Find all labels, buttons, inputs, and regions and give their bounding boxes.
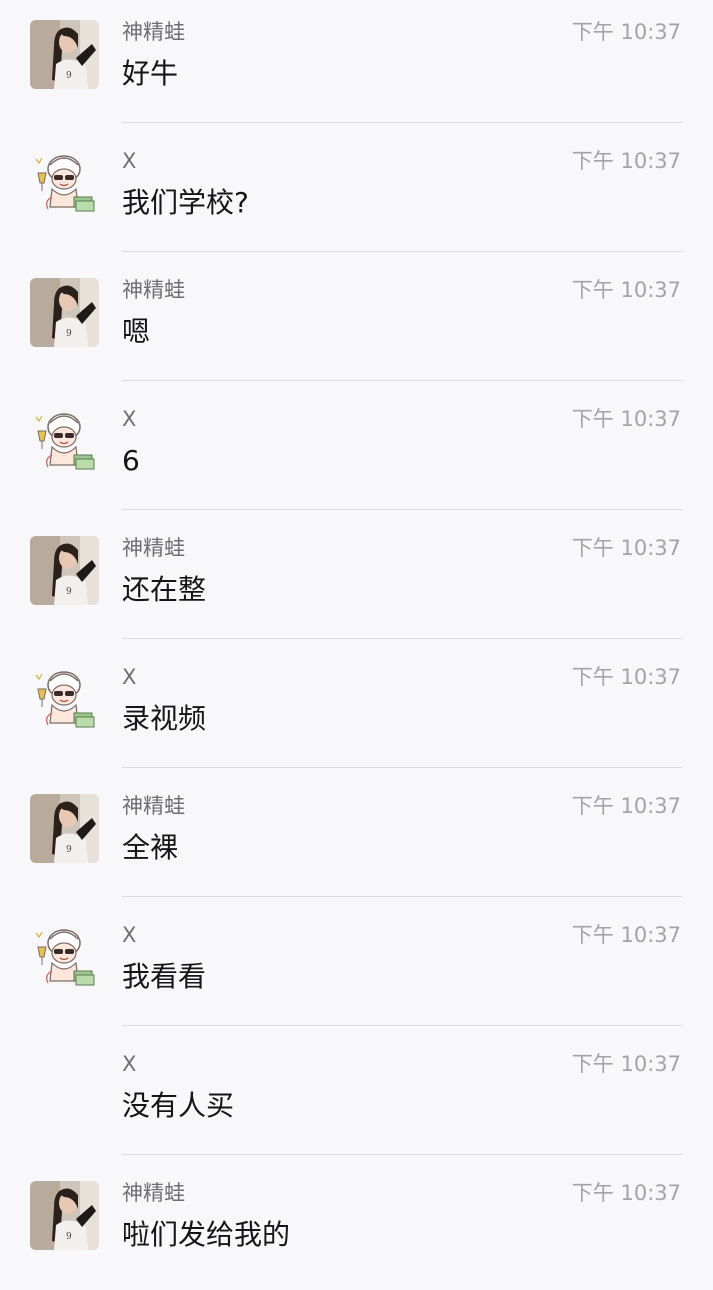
message-text[interactable]: 我看看 xyxy=(122,958,206,996)
cartoon-baby-avatar-icon xyxy=(30,407,99,476)
sender-name: X xyxy=(122,1052,137,1076)
message-text[interactable]: 啦们发给我的 xyxy=(122,1216,290,1254)
divider xyxy=(122,1025,683,1026)
message-time: 下午 10:37 xyxy=(571,149,681,173)
message-row[interactable]: 9 神精蛙 下午 10:37 好牛 xyxy=(0,0,713,129)
message-text[interactable]: 没有人买 xyxy=(122,1087,234,1125)
message-row[interactable]: 9 神精蛙 下午 10:37 嗯 xyxy=(0,258,713,387)
message-text[interactable]: 全裸 xyxy=(122,829,178,867)
message-row[interactable]: X 下午 10:37 录视频 xyxy=(0,645,713,774)
message-row[interactable]: X 下午 10:37 我看看 xyxy=(0,903,713,1032)
cartoon-avatar[interactable] xyxy=(30,407,99,476)
svg-text:9: 9 xyxy=(66,329,72,339)
cartoon-baby-avatar-icon xyxy=(30,923,99,992)
cartoon-avatar[interactable] xyxy=(30,923,99,992)
message-time: 下午 10:37 xyxy=(571,923,681,947)
cartoon-baby-avatar-icon xyxy=(30,149,99,218)
cartoon-baby-avatar-icon xyxy=(30,665,99,734)
divider xyxy=(122,767,683,768)
sender-name: 神精蛙 xyxy=(122,278,185,302)
cartoon-avatar[interactable] xyxy=(30,665,99,734)
girl-avatar-photo-icon: 9 xyxy=(30,536,99,605)
girl-avatar[interactable]: 9 xyxy=(30,1181,99,1250)
girl-avatar[interactable]: 9 xyxy=(30,794,99,863)
message-text[interactable]: 好牛 xyxy=(122,55,178,93)
girl-avatar-photo-icon: 9 xyxy=(30,794,99,863)
message-row[interactable]: 9 神精蛙 下午 10:37 还在整 xyxy=(0,516,713,645)
message-time: 下午 10:37 xyxy=(571,1052,681,1076)
girl-avatar-photo-icon: 9 xyxy=(30,278,99,347)
message-text[interactable]: 嗯 xyxy=(122,313,150,351)
divider xyxy=(122,1154,683,1155)
divider xyxy=(122,122,683,123)
divider xyxy=(122,380,683,381)
sender-name: X xyxy=(122,665,137,689)
svg-text:9: 9 xyxy=(66,587,72,597)
sender-name: X xyxy=(122,149,137,173)
sender-name: 神精蛙 xyxy=(122,536,185,560)
message-time: 下午 10:37 xyxy=(571,1181,681,1205)
svg-text:9: 9 xyxy=(66,71,72,81)
svg-text:9: 9 xyxy=(66,1232,72,1242)
message-row[interactable]: X 下午 10:37 没有人买 xyxy=(0,1032,713,1161)
message-time: 下午 10:37 xyxy=(571,794,681,818)
message-text[interactable]: 我们学校? xyxy=(122,184,249,222)
divider xyxy=(122,251,683,252)
message-text[interactable]: 录视频 xyxy=(122,700,206,738)
sender-name: 神精蛙 xyxy=(122,1181,185,1205)
message-time: 下午 10:37 xyxy=(571,407,681,431)
sender-name: 神精蛙 xyxy=(122,20,185,44)
sender-name: X xyxy=(122,407,137,431)
girl-avatar[interactable]: 9 xyxy=(30,20,99,89)
message-text[interactable]: 6 xyxy=(122,442,140,480)
svg-text:9: 9 xyxy=(66,845,72,855)
message-row[interactable]: X 下午 10:37 我们学校? xyxy=(0,129,713,258)
divider xyxy=(122,638,683,639)
girl-avatar[interactable]: 9 xyxy=(30,278,99,347)
sender-name: 神精蛙 xyxy=(122,794,185,818)
divider xyxy=(122,896,683,897)
girl-avatar[interactable]: 9 xyxy=(30,536,99,605)
message-time: 下午 10:37 xyxy=(571,536,681,560)
message-time: 下午 10:37 xyxy=(571,665,681,689)
message-time: 下午 10:37 xyxy=(571,278,681,302)
message-time: 下午 10:37 xyxy=(571,20,681,44)
divider xyxy=(122,509,683,510)
message-row[interactable]: X 下午 10:37 6 xyxy=(0,387,713,516)
message-text[interactable]: 还在整 xyxy=(122,571,206,609)
sender-name: X xyxy=(122,923,137,947)
girl-avatar-photo-icon: 9 xyxy=(30,1181,99,1250)
message-row[interactable]: 9 神精蛙 下午 10:37 全裸 xyxy=(0,774,713,903)
girl-avatar-photo-icon: 9 xyxy=(30,20,99,89)
cartoon-avatar[interactable] xyxy=(30,149,99,218)
chat-message-list: 9 神精蛙 下午 10:37 好牛 X 下午 10:37 我们学校? 9 神精蛙… xyxy=(0,0,713,1280)
message-row[interactable]: 9 神精蛙 下午 10:37 啦们发给我的 xyxy=(0,1161,713,1290)
